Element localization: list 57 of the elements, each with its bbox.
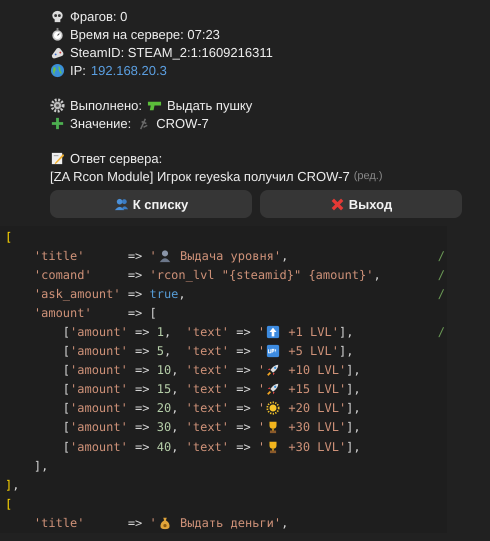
code-text: +1 LVL'],: [287, 325, 354, 340]
code-text: ['amount' => 20, 'text' => ': [62, 401, 266, 416]
code-text: +20 LVL'],: [287, 401, 361, 416]
code-comment: /: [438, 248, 445, 263]
rocket-icon: [266, 363, 280, 378]
ip-link[interactable]: 192.168.20.3: [90, 62, 167, 78]
ip-label: IP:: [70, 62, 86, 78]
code-text: ['amount' => 5, 'text' => ': [62, 344, 266, 358]
figure-icon: [158, 248, 172, 263]
action-value: Выдать пушку: [167, 98, 252, 112]
memo-icon: [50, 150, 65, 166]
code-text: 'title' => ': [32, 248, 157, 263]
code-comment: /: [438, 325, 445, 340]
up-tile-icon: [266, 344, 280, 358]
code-text: 'comand' => 'rcon_lvl "{steamid}" {amount}',: [32, 268, 381, 282]
code-text: +15 LVL'],: [287, 382, 361, 396]
people-icon: [114, 196, 129, 212]
info-text: Фрагов: 0: [70, 8, 128, 24]
code-text: ['amount' => 15, 'text' => ': [62, 382, 266, 396]
action-label: Выполнено:: [70, 98, 142, 112]
code-text: 'title' => ': [32, 516, 157, 530]
money-bag-icon: [158, 516, 172, 530]
code-comment: /: [438, 268, 445, 282]
code-text: Выдача уровня',: [178, 248, 288, 263]
code-text: ],: [32, 458, 48, 473]
edited-mark: (ред.): [354, 170, 382, 182]
code-text: +30 LVL'],: [287, 440, 361, 454]
code-text: 'ask_amount' => true,: [32, 286, 186, 301]
info-text: SteamID: STEAM_2:1:1609216311: [70, 44, 273, 60]
response-label: Ответ сервера:: [70, 150, 162, 166]
code-text: +5 LVL'],: [287, 344, 354, 358]
info-text: Время на сервере: 07:23: [70, 26, 220, 42]
sun-icon: [266, 401, 280, 416]
rocket-icon: [266, 382, 280, 396]
code-text: 'amount' => [: [32, 306, 157, 320]
code-text: [: [5, 230, 12, 244]
plus-icon: [50, 116, 65, 130]
skull-icon: [50, 8, 65, 24]
code-text: ],: [5, 478, 20, 492]
gear-icon: [50, 98, 65, 112]
code-text: +10 LVL'],: [287, 363, 361, 378]
code-text: +30 LVL'],: [287, 420, 361, 434]
back-to-list-button[interactable]: К списку: [50, 190, 252, 218]
code-text: ['amount' => 10, 'text' => ': [62, 363, 266, 378]
code-comment: /: [438, 286, 445, 301]
code-text: ['amount' => 40, 'text' => ': [62, 440, 266, 454]
response-text: [ZA Rcon Module] Игрок reyeska получил CROW-7: [50, 168, 350, 184]
code-text: [: [5, 496, 12, 511]
value-label: Значение:: [70, 116, 132, 130]
value-text: CROW-7: [156, 116, 209, 130]
code-text: Выдать деньги',: [178, 516, 288, 530]
code-text: ['amount' => 1, 'text' => ': [62, 325, 266, 340]
globe-icon: [50, 62, 65, 78]
exit-button[interactable]: Выход: [260, 190, 462, 218]
close-icon: [330, 196, 345, 212]
stopwatch-icon: [50, 26, 65, 42]
code-text: ['amount' => 30, 'text' => ': [62, 420, 266, 434]
